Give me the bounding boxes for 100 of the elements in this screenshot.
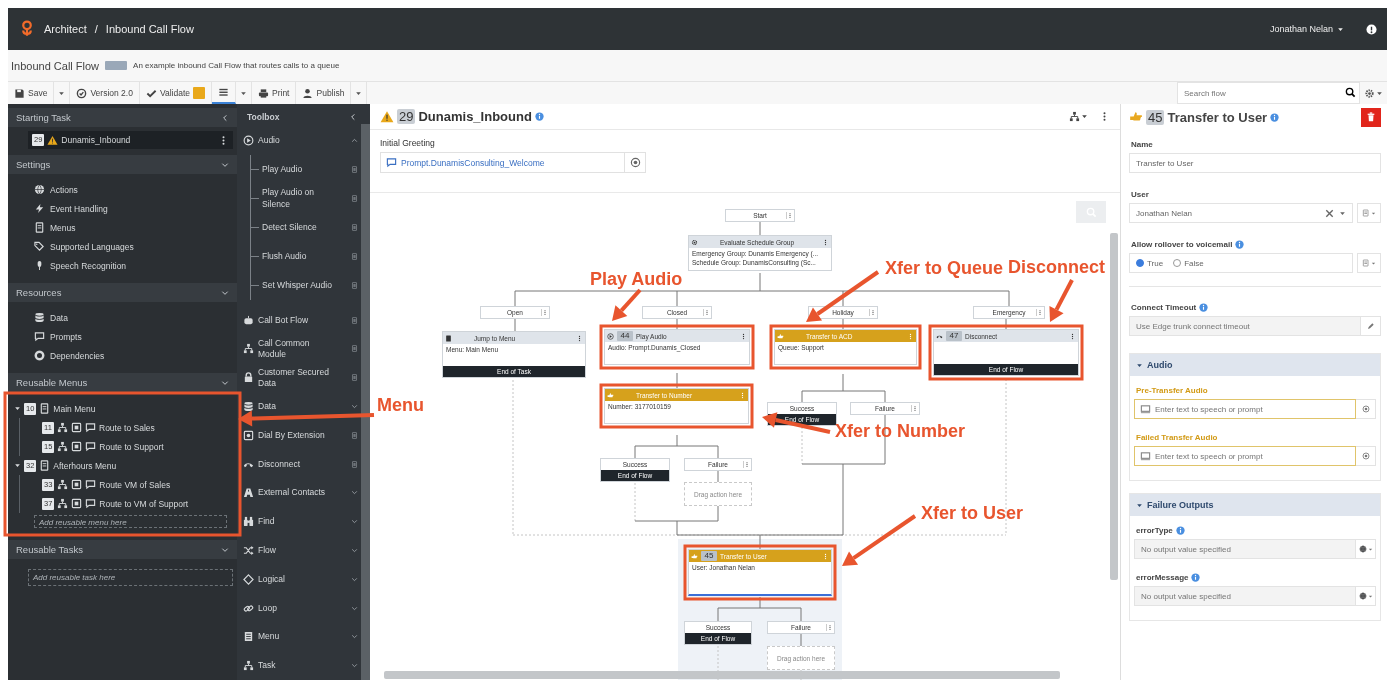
radio-option[interactable]: False — [1173, 258, 1210, 268]
toolbox-category[interactable]: Data — [258, 400, 276, 412]
clear-icon[interactable] — [1324, 207, 1335, 219]
drop-zone[interactable]: Add reusable task here — [28, 569, 233, 586]
breadcrumb-link[interactable]: Inbound Call Flow — [105, 23, 194, 35]
toolbox-action[interactable]: Play Audio — [262, 163, 303, 176]
drop-zone[interactable]: Add reusable menu here — [34, 515, 227, 528]
trash-icon — [1366, 112, 1376, 122]
help-icon[interactable] — [1366, 23, 1377, 35]
target-button[interactable] — [625, 152, 646, 173]
variable-button[interactable] — [1356, 586, 1376, 606]
caret-icon[interactable] — [14, 405, 21, 412]
monitor-icon — [1140, 404, 1151, 415]
section-header[interactable]: Starting Task — [8, 108, 237, 127]
timeout-field[interactable]: Use Edge trunk connect timeout — [1129, 316, 1361, 336]
toolbox-category[interactable]: External Contacts — [258, 487, 326, 499]
drag-handle-icon[interactable] — [351, 344, 358, 354]
settings-icon — [1364, 87, 1375, 99]
document-icon — [445, 334, 452, 342]
callout-label: Play Audio — [590, 270, 683, 288]
name-field[interactable]: Transfer to User — [1129, 153, 1381, 173]
chevron-down-icon[interactable] — [351, 632, 358, 642]
drag-handle-icon[interactable] — [351, 315, 358, 325]
section-header[interactable]: Reusable Tasks — [8, 540, 237, 559]
section-header[interactable]: Reusable Menus — [8, 373, 237, 392]
drag-handle-icon[interactable] — [351, 222, 358, 232]
drag-handle-icon[interactable] — [351, 373, 358, 383]
search-field[interactable]: Search flow — [1177, 82, 1360, 104]
toolbox-category[interactable]: Task — [258, 660, 276, 672]
toolbox-action[interactable]: Detect Silence — [262, 221, 317, 234]
toolbox-action[interactable]: Call Bot Flow — [258, 314, 309, 326]
toolbox-action[interactable]: Call Common Module — [258, 337, 338, 360]
variable-button[interactable] — [1356, 539, 1376, 559]
toolbox-category[interactable]: Audio — [258, 134, 280, 146]
toolbox-category[interactable]: Logical — [258, 573, 285, 585]
toolbox-action[interactable]: Play Audio on Silence — [262, 186, 338, 211]
sidebar-item[interactable]: Prompts — [8, 327, 237, 346]
section-header[interactable]: Settings — [8, 155, 237, 174]
sidebar-item[interactable]: Data — [8, 308, 237, 327]
prompt-field[interactable]: Enter text to speech or prompt — [1134, 399, 1356, 419]
callout-label: Xfer to Queue — [885, 259, 1004, 277]
edit-button[interactable] — [1361, 316, 1381, 336]
drag-handle-icon[interactable] — [351, 430, 358, 440]
drag-handle-icon[interactable] — [351, 164, 358, 174]
toolbox-header[interactable]: Toolbox — [237, 108, 361, 126]
target-button[interactable] — [1356, 446, 1376, 466]
toolbox-action[interactable]: Customer Secured Data — [258, 366, 338, 389]
robot-icon — [243, 314, 254, 326]
output-field[interactable]: No output value specified — [1134, 539, 1356, 559]
sidebar-item[interactable]: Supported Languages — [8, 237, 237, 256]
section-header[interactable]: Audio — [1130, 354, 1380, 376]
expression-button[interactable] — [1357, 253, 1381, 273]
caret-icon[interactable] — [14, 462, 21, 469]
section-header[interactable]: Failure Outputs — [1130, 494, 1380, 516]
info-icon — [534, 112, 544, 121]
toolbox-action[interactable]: Set Whisper Audio — [262, 279, 332, 292]
toolbox-action[interactable]: Disconnect — [258, 458, 301, 470]
search-button[interactable] — [1345, 87, 1356, 98]
drag-handle-icon[interactable] — [351, 251, 358, 261]
toolbox-action[interactable]: Flush Audio — [262, 250, 307, 263]
toolbox-category[interactable]: Loop — [258, 602, 277, 614]
target-button[interactable] — [1356, 399, 1376, 419]
target-icon — [629, 157, 641, 168]
kebab-icon[interactable] — [1069, 332, 1076, 340]
arrow — [612, 288, 642, 321]
document-icon — [34, 222, 45, 233]
kebab-icon[interactable] — [740, 332, 747, 340]
chevron-down-icon[interactable] — [351, 488, 358, 498]
output-field[interactable]: No output value specified — [1134, 586, 1356, 606]
flow-title: Inbound Call Flow — [11, 59, 100, 72]
sidebar-item[interactable]: Menus — [8, 218, 237, 237]
chevron-down-icon[interactable] — [351, 517, 358, 527]
radio-option[interactable]: True — [1136, 258, 1170, 268]
kebab-icon[interactable] — [576, 334, 583, 342]
user-select[interactable]: Jonathan Nelan — [1129, 203, 1353, 223]
save-icon — [14, 87, 25, 99]
toolbox-action[interactable]: Dial By Extension — [258, 429, 325, 441]
scrollbar[interactable] — [384, 671, 1060, 679]
expression-button[interactable] — [1357, 203, 1381, 223]
sidebar-item[interactable]: Speech Recognition — [8, 256, 237, 275]
user-menu[interactable]: Jonathan Nelan — [1269, 24, 1344, 34]
section-header[interactable]: Resources — [8, 283, 237, 302]
breadcrumb-link[interactable]: Architect — [44, 23, 87, 35]
scrollbar[interactable] — [1110, 233, 1118, 580]
toolbox-category[interactable]: Menu — [258, 631, 280, 643]
sidebar-item[interactable]: Dependencies — [8, 346, 237, 365]
toolbox-category[interactable]: Flow — [258, 544, 276, 556]
chevron-up-icon[interactable] — [351, 135, 358, 145]
kebab-icon[interactable] — [822, 238, 829, 246]
delete-button[interactable] — [1361, 107, 1381, 127]
prompt-field[interactable]: Enter text to speech or prompt — [1134, 446, 1356, 466]
drag-handle-icon[interactable] — [351, 459, 358, 469]
sidebar-item[interactable]: Event Handling — [8, 199, 237, 218]
scrollbar[interactable] — [361, 124, 370, 680]
chevron-down-icon[interactable] — [351, 661, 358, 671]
toolbox-category[interactable]: Find — [258, 516, 275, 528]
sidebar-item[interactable]: Actions — [8, 180, 237, 199]
greeting-field[interactable]: Prompt.DunamisConsulting_Welcome — [380, 152, 625, 173]
drag-handle-icon[interactable] — [351, 280, 358, 290]
drag-handle-icon[interactable] — [351, 193, 358, 203]
